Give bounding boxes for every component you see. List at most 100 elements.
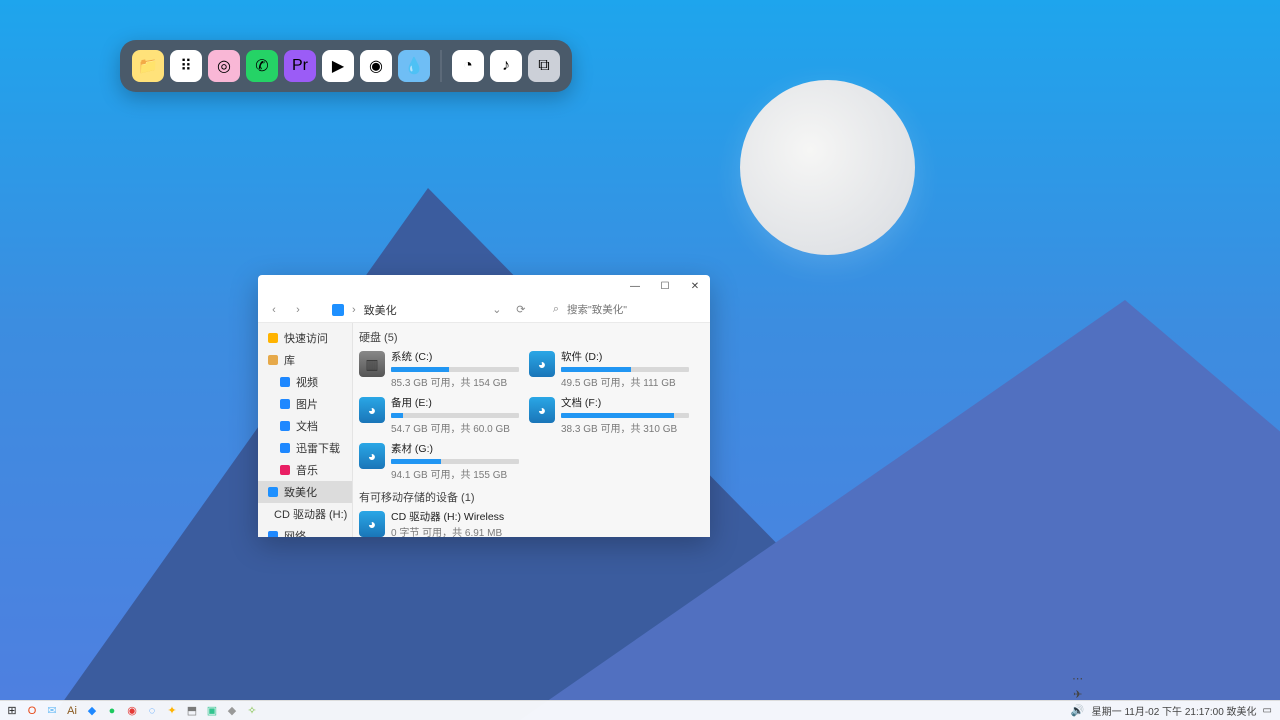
sidebar-item-icon (268, 355, 278, 365)
breadcrumb[interactable]: 致美化 (364, 302, 397, 318)
sidebar-item[interactable]: 文档 (258, 415, 352, 437)
dock-separator (440, 50, 442, 82)
drive-usage-bar (391, 413, 519, 418)
taskbar-clock[interactable]: 星期一 11月-02 下午 21:17:00 致美化 (1092, 703, 1257, 718)
drive-item[interactable]: ◕文档 (F:)38.3 GB 可用，共 310 GB (529, 393, 689, 437)
section-header-removable[interactable]: 有可移动存储的设备 (1) (359, 487, 704, 507)
sidebar-item-icon (280, 465, 290, 475)
drive-usage-bar (561, 367, 689, 372)
minimize-button[interactable]: — (620, 275, 650, 297)
drive-name: 素材 (G:) (391, 441, 519, 456)
taskbar-right: ⋯✈🔊中🗨 星期一 11月-02 下午 21:17:00 致美化 ▭ (1070, 671, 1280, 720)
app-f-icon[interactable]: ▣ (204, 703, 220, 719)
files-icon[interactable]: 📁 (132, 50, 164, 82)
path-separator: › (352, 304, 356, 316)
app-g-icon[interactable]: ◆ (224, 703, 240, 719)
drive-item[interactable]: ◕ 软件 (D:) 49.5 GB 可用，共 111 GB (529, 347, 689, 391)
notification-icon[interactable]: ▭ (1263, 705, 1272, 716)
youtube-icon[interactable]: ▶ (322, 50, 354, 82)
drive-list: ▥ 系统 (C:) 85.3 GB 可用，共 154 GB ◕ 软件 (D:) 49.5 … (359, 347, 704, 483)
drive-usage-bar (391, 367, 519, 372)
sidebar-item[interactable]: 音乐 (258, 459, 352, 481)
refresh-button[interactable]: ⟳ (513, 303, 529, 316)
drive-subtext: 0 字节 可用，共 6.91 MB (391, 524, 519, 537)
settings-icon[interactable]: ⧉ (528, 50, 560, 82)
mail-icon[interactable]: ✉ (44, 703, 60, 719)
section-header-disks[interactable]: 硬盘 (5) (359, 327, 704, 347)
drive-icon: ◕ (529, 351, 555, 377)
sidebar-item-label: CD 驱动器 (H:) (274, 506, 347, 522)
dropdown-icon[interactable]: ⌄ (489, 303, 505, 316)
explorer-window: — ☐ ✕ ‹ › › 致美化 ⌄ ⟳ ⌕ 快速访问库视频图片文档迅雷下载音乐致… (258, 275, 710, 537)
sidebar-item[interactable]: 图片 (258, 393, 352, 415)
sidebar-item[interactable]: 视频 (258, 371, 352, 393)
sidebar-item-icon (280, 399, 290, 409)
whatsapp-icon[interactable]: ✆ (246, 50, 278, 82)
drive-name: 文档 (F:) (561, 395, 689, 410)
chat-icon[interactable]: ◆ (84, 703, 100, 719)
sidebar-item-icon (280, 377, 290, 387)
premiere-icon[interactable]: Pr (284, 50, 316, 82)
drive-subtext: 94.1 GB 可用，共 155 GB (391, 466, 519, 481)
chrome-icon[interactable]: ◉ (360, 50, 392, 82)
app-d-icon[interactable]: ✦ (164, 703, 180, 719)
drive-subtext: 49.5 GB 可用，共 111 GB (561, 374, 689, 389)
app-a-icon[interactable]: ● (104, 703, 120, 719)
sidebar-item-icon (268, 333, 278, 343)
content-pane: 硬盘 (5) ▥ 系统 (C:) 85.3 GB 可用，共 154 GB ◕ 软件 (D… (353, 323, 710, 537)
desktop: 📁⠿◎✆Pr▶◉💧◔♪⧉ — ☐ ✕ ‹ › › 致美化 ⌄ ⟳ ⌕ 快速访问库… (0, 0, 1280, 720)
removable-list: ◕CD 驱动器 (H:) Wireless0 字节 可用，共 6.91 MBCD… (359, 507, 704, 537)
sidebar-item[interactable]: 迅雷下载 (258, 437, 352, 459)
forward-button[interactable]: › (290, 304, 306, 316)
drive-name: 系统 (C:) (391, 349, 519, 364)
sidebar-item-label: 文档 (296, 418, 318, 434)
drive-item[interactable]: ◕CD 驱动器 (H:) Wireless0 字节 可用，共 6.91 MBCD… (359, 507, 519, 537)
app-e-icon[interactable]: ⬒ (184, 703, 200, 719)
sidebar-item[interactable]: CD 驱动器 (H:) (258, 503, 352, 525)
drive-subtext: 54.7 GB 可用，共 60.0 GB (391, 420, 519, 435)
sidebar-item[interactable]: 致美化 (258, 481, 352, 503)
sidebar-item-icon (280, 421, 290, 431)
sidebar-item[interactable]: 网络 (258, 525, 352, 537)
back-button[interactable]: ‹ (266, 304, 282, 316)
sidebar: 快速访问库视频图片文档迅雷下载音乐致美化 CD 驱动器 (H:) 网络 (258, 323, 353, 537)
sidebar-item[interactable]: 快速访问 (258, 327, 352, 349)
close-button[interactable]: ✕ (680, 275, 710, 297)
pink-app-icon[interactable]: ◎ (208, 50, 240, 82)
drive-icon: ◕ (359, 511, 385, 537)
droplet-icon[interactable]: 💧 (398, 50, 430, 82)
start-icon[interactable]: ⊞ (4, 703, 20, 719)
office-icon[interactable]: O (24, 703, 40, 719)
ai-icon[interactable]: Ai (64, 703, 80, 719)
sidebar-item-icon (268, 531, 278, 537)
music-icon[interactable]: ♪ (490, 50, 522, 82)
sidebar-item[interactable]: 库 (258, 349, 352, 371)
drive-item[interactable]: ◕备用 (E:)54.7 GB 可用，共 60.0 GB (359, 393, 519, 437)
tray-icon[interactable]: 🔊 (1070, 703, 1086, 719)
app-b-icon[interactable]: ◉ (124, 703, 140, 719)
sidebar-item-label: 致美化 (284, 484, 317, 500)
address-bar: ‹ › › 致美化 ⌄ ⟳ ⌕ (258, 297, 710, 323)
sidebar-item-label: 音乐 (296, 462, 318, 478)
drive-usage-bar (561, 413, 689, 418)
drive-item[interactable]: ◕素材 (G:)94.1 GB 可用，共 155 GB (359, 439, 519, 483)
search-input[interactable] (567, 301, 702, 319)
app-h-icon[interactable]: ✧ (244, 703, 260, 719)
drive-name: 备用 (E:) (391, 395, 519, 410)
maximize-button[interactable]: ☐ (650, 275, 680, 297)
launcher-icon[interactable]: ⠿ (170, 50, 202, 82)
sidebar-item-label: 视频 (296, 374, 318, 390)
location-icon (332, 304, 344, 316)
tray-icon[interactable]: ⋯ (1070, 671, 1086, 687)
app-c-icon[interactable]: ◌ (144, 703, 160, 719)
edge-icon[interactable]: ◔ (452, 50, 484, 82)
drive-icon: ▥ (359, 351, 385, 377)
dock: 📁⠿◎✆Pr▶◉💧 ◔♪⧉ (120, 40, 572, 92)
drive-subtext: 85.3 GB 可用，共 154 GB (391, 374, 519, 389)
drive-name: CD 驱动器 (H:) Wireless (391, 509, 519, 524)
drive-name: 软件 (D:) (561, 349, 689, 364)
tray-icon[interactable]: ✈ (1070, 687, 1086, 703)
drive-item[interactable]: ▥ 系统 (C:) 85.3 GB 可用，共 154 GB (359, 347, 519, 391)
sidebar-item-label: 迅雷下载 (296, 440, 340, 456)
titlebar: — ☐ ✕ (258, 275, 710, 297)
